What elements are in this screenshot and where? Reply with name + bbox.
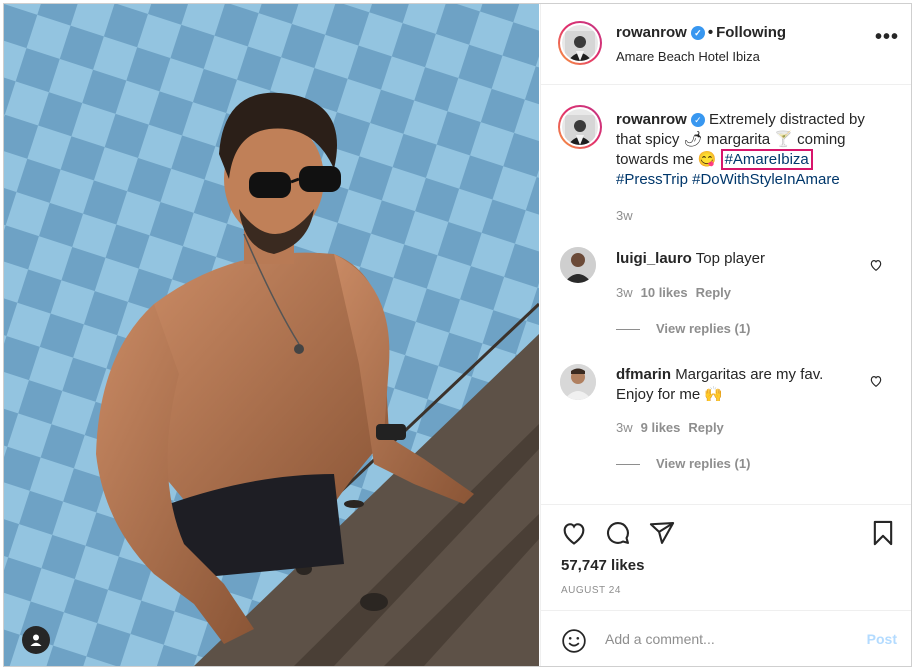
post-header: rowanrow ✓ • Following Amare Beach Hotel Ib… bbox=[541, 4, 911, 85]
caption-username[interactable]: rowanrow bbox=[616, 111, 687, 128]
share-paper-plane-icon[interactable] bbox=[648, 519, 676, 547]
caption-age[interactable]: 3w bbox=[616, 208, 633, 223]
comment-age[interactable]: 3w bbox=[616, 420, 633, 435]
photo-illustration bbox=[4, 4, 539, 666]
comment-meta: 3w 10 likes Reply bbox=[616, 285, 731, 300]
post-details-panel: rowanrow ✓ • Following Amare Beach Hotel Ib… bbox=[540, 4, 911, 666]
separator-dot: • bbox=[707, 24, 714, 41]
replies-divider bbox=[616, 329, 640, 331]
yum-emoji: 😋 bbox=[697, 151, 717, 168]
cocktail-emoji: 🍸 bbox=[774, 131, 793, 148]
reply-button[interactable]: Reply bbox=[688, 420, 723, 435]
caption-author-avatar[interactable] bbox=[558, 105, 602, 149]
post-photo[interactable] bbox=[4, 4, 539, 666]
author-line: rowanrow ✓ • Following bbox=[616, 24, 786, 41]
verified-badge-icon: ✓ bbox=[690, 26, 705, 40]
comment-age[interactable]: 3w bbox=[616, 285, 633, 300]
following-button[interactable]: Following bbox=[716, 24, 786, 41]
view-replies-label: View replies (1) bbox=[656, 321, 751, 336]
hashtag-amareibiza-highlighted[interactable]: #AmareIbiza bbox=[720, 149, 813, 170]
tagged-user-icon[interactable] bbox=[22, 626, 50, 654]
more-options-icon[interactable]: ••• bbox=[875, 27, 899, 47]
post-comment-button[interactable]: Post bbox=[867, 631, 897, 647]
comment-meta: 3w 9 likes Reply bbox=[616, 420, 724, 435]
post-date[interactable]: AUGUST 24 bbox=[561, 585, 621, 596]
author-avatar[interactable] bbox=[558, 21, 602, 65]
verified-badge-icon: ✓ bbox=[690, 113, 705, 127]
comment-body: Top player bbox=[695, 250, 765, 267]
comments-list[interactable]: rowanrow ✓ Extremely distracted by that s… bbox=[541, 86, 911, 504]
like-heart-icon[interactable] bbox=[560, 519, 588, 547]
post-caption: rowanrow ✓ Extremely distracted by that s… bbox=[616, 110, 886, 190]
like-comment-heart-icon[interactable] bbox=[869, 258, 883, 272]
likes-count[interactable]: 57,747 likes bbox=[561, 557, 644, 574]
like-comment-heart-icon[interactable] bbox=[869, 374, 883, 388]
comment-username[interactable]: luigi_lauro bbox=[616, 250, 692, 267]
save-bookmark-icon[interactable] bbox=[869, 519, 897, 547]
commenter-avatar[interactable] bbox=[560, 364, 596, 400]
author-username[interactable]: rowanrow bbox=[616, 24, 687, 41]
post-location[interactable]: Amare Beach Hotel Ibiza bbox=[616, 49, 760, 64]
view-replies-label: View replies (1) bbox=[656, 456, 751, 471]
add-comment-bar: Post bbox=[541, 610, 911, 666]
raised-hands-emoji: 🙌 bbox=[704, 386, 724, 403]
replies-divider bbox=[616, 464, 640, 466]
comment-bubble-icon[interactable] bbox=[604, 519, 632, 547]
comment-text: dfmarin Margaritas are my fav. Enjoy for… bbox=[616, 365, 856, 405]
reply-button[interactable]: Reply bbox=[696, 285, 731, 300]
emoji-smiley-icon[interactable] bbox=[561, 628, 587, 654]
comment-likes[interactable]: 10 likes bbox=[641, 285, 688, 300]
comment-username[interactable]: dfmarin bbox=[616, 366, 671, 383]
commenter-avatar[interactable] bbox=[560, 247, 596, 283]
post-actions: 57,747 likes AUGUST 24 bbox=[541, 504, 911, 610]
view-replies-button[interactable]: View replies (1) bbox=[616, 321, 750, 336]
comment-text: luigi_lauro Top player bbox=[616, 249, 856, 269]
view-replies-button[interactable]: View replies (1) bbox=[616, 456, 750, 471]
instagram-post-frame: rowanrow ✓ • Following Amare Beach Hotel Ib… bbox=[3, 3, 912, 667]
caption-hashtags[interactable]: #PressTrip #DoWithStyleInAmare bbox=[616, 171, 840, 188]
comment-likes[interactable]: 9 likes bbox=[641, 420, 681, 435]
chili-emoji: 🌶 bbox=[683, 131, 703, 148]
caption-text-2: margarita bbox=[706, 131, 771, 148]
comment-input[interactable] bbox=[605, 627, 845, 651]
